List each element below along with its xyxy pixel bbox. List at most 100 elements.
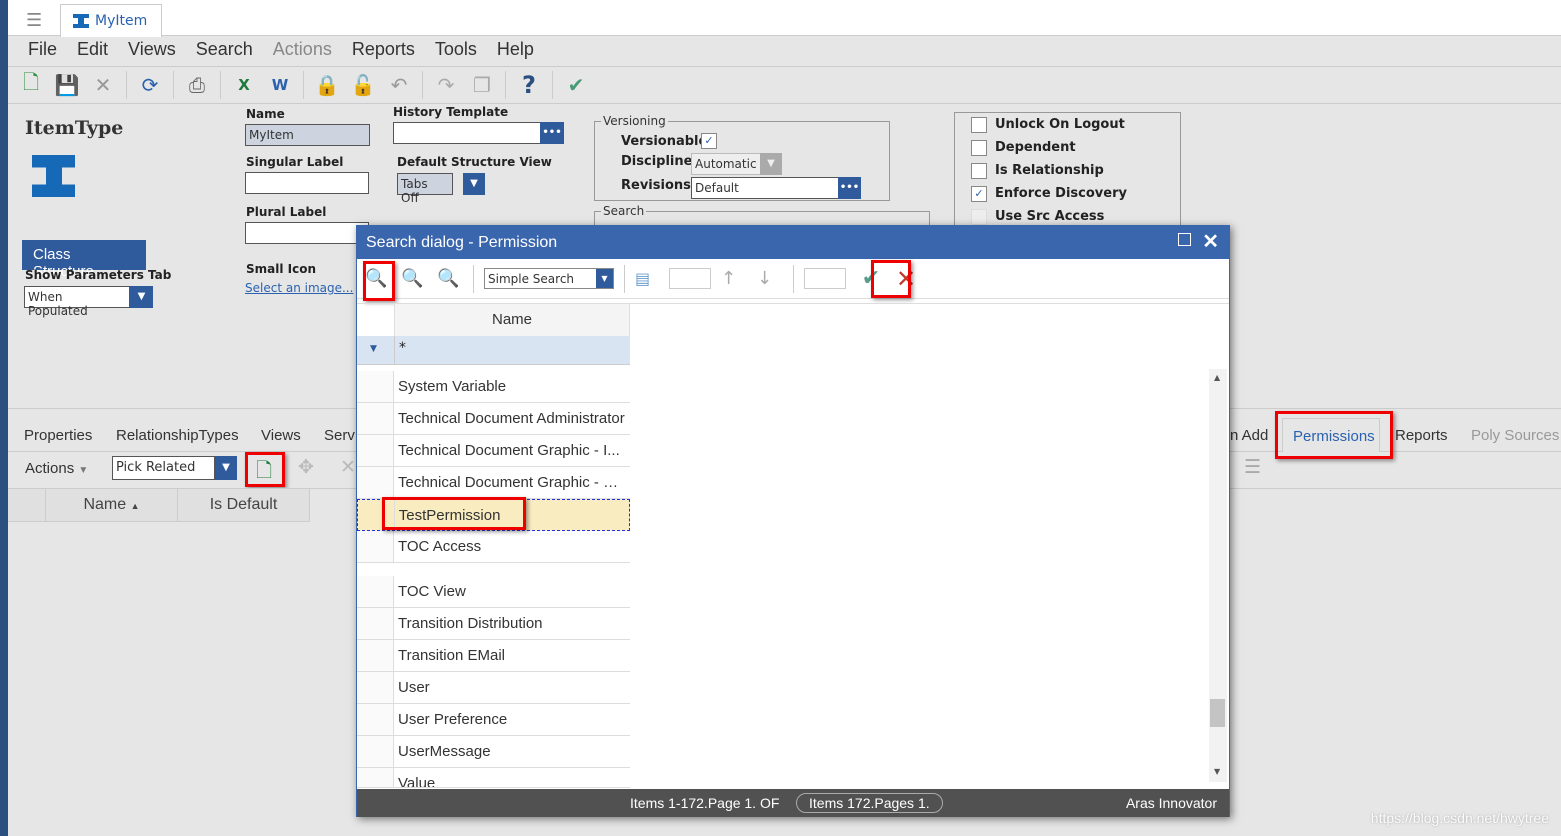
checkbox[interactable] bbox=[971, 162, 987, 179]
discipline-select[interactable]: Automatic bbox=[691, 153, 761, 175]
is-relationship-option[interactable]: Is Relationship bbox=[971, 159, 1127, 182]
sort-up-icon[interactable]: ↑ bbox=[721, 268, 747, 289]
structure-view-select[interactable]: Tabs Off bbox=[397, 173, 453, 205]
done-icon[interactable]: ✔ bbox=[563, 73, 589, 97]
result-row[interactable]: Transition EMail bbox=[357, 640, 630, 672]
row-selector[interactable] bbox=[357, 608, 394, 639]
result-row[interactable]: TOC View bbox=[357, 576, 630, 608]
pick-replace-icon[interactable]: ✥ bbox=[298, 456, 314, 478]
menu-file[interactable]: File bbox=[18, 37, 67, 65]
actions-menu[interactable]: Actions ▼ bbox=[25, 460, 88, 477]
result-row[interactable]: Value bbox=[357, 768, 630, 788]
class-structure-button[interactable]: Class Structure bbox=[22, 240, 146, 280]
checkbox[interactable] bbox=[971, 116, 987, 133]
scroll-up-icon[interactable]: ▲ bbox=[1214, 373, 1220, 382]
checkbox[interactable] bbox=[971, 208, 987, 225]
page-size-input[interactable] bbox=[669, 268, 711, 289]
menu-reports[interactable]: Reports bbox=[342, 37, 425, 65]
caret-down-icon[interactable]: ▼ bbox=[370, 344, 377, 354]
scroll-down-icon[interactable]: ▼ bbox=[1214, 767, 1220, 776]
row-selector[interactable] bbox=[357, 640, 394, 671]
menu-actions[interactable]: Actions bbox=[263, 37, 342, 65]
new-item-icon[interactable]: 🗋 bbox=[18, 68, 44, 102]
excel-icon[interactable]: X bbox=[231, 76, 257, 94]
row-selector[interactable] bbox=[357, 435, 394, 466]
menu-help[interactable]: Help bbox=[487, 37, 544, 65]
tab-relationshiptypes[interactable]: RelationshipTypes bbox=[116, 427, 239, 444]
hamburger-icon[interactable]: ☰ bbox=[26, 10, 42, 31]
page-size-icon[interactable]: ▤ bbox=[635, 269, 659, 288]
menu-views[interactable]: Views bbox=[118, 37, 186, 65]
menu-search[interactable]: Search bbox=[186, 37, 263, 65]
tab-properties[interactable]: Properties bbox=[24, 427, 92, 444]
ellipsis-icon[interactable]: ••• bbox=[540, 122, 564, 144]
row-selector[interactable] bbox=[357, 403, 394, 434]
checkbox[interactable]: ✓ bbox=[971, 185, 987, 202]
sort-down-icon[interactable]: ↓ bbox=[757, 268, 783, 289]
result-row[interactable]: TOC Access bbox=[357, 531, 630, 563]
search-mode-select[interactable]: Simple Search ▼ bbox=[484, 268, 614, 289]
saved-search-icon[interactable]: 🔍 bbox=[437, 268, 463, 289]
history-template-field[interactable] bbox=[393, 122, 541, 144]
menu-edit[interactable]: Edit bbox=[67, 37, 118, 65]
print-icon[interactable]: ⎙ bbox=[184, 73, 210, 97]
row-selector[interactable] bbox=[357, 704, 394, 735]
column-name[interactable]: Name ▲ bbox=[45, 489, 178, 522]
chevron-down-icon[interactable]: ▼ bbox=[463, 173, 485, 195]
result-row[interactable]: User bbox=[357, 672, 630, 704]
chevron-down-icon[interactable]: ▼ bbox=[596, 269, 613, 288]
result-row[interactable]: Technical Document Administrator bbox=[357, 403, 630, 435]
tab-server-events[interactable]: Serv bbox=[324, 427, 355, 444]
column-name[interactable]: Name bbox=[394, 304, 630, 336]
column-is-default[interactable]: Is Default bbox=[178, 489, 310, 522]
result-row[interactable]: UserMessage bbox=[357, 736, 630, 768]
chevron-down-icon[interactable]: ▼ bbox=[130, 286, 153, 308]
scrollbar[interactable]: ▲ ▼ bbox=[1209, 369, 1227, 782]
delete-icon[interactable]: ✕ bbox=[340, 456, 356, 478]
promote-icon[interactable]: ↷ bbox=[433, 73, 459, 97]
tab-myitem[interactable]: MyItem bbox=[60, 4, 162, 37]
result-row[interactable]: User Preference bbox=[357, 704, 630, 736]
result-row[interactable]: System Variable bbox=[357, 371, 630, 403]
word-icon[interactable]: W bbox=[267, 76, 293, 94]
scroll-thumb[interactable] bbox=[1210, 699, 1225, 727]
name-field[interactable]: MyItem bbox=[245, 124, 370, 146]
row-selector[interactable] bbox=[357, 531, 394, 562]
tab-can-add[interactable]: n Add bbox=[1230, 427, 1268, 444]
result-row[interactable]: Technical Document Graphic - R... bbox=[357, 467, 630, 499]
copy-icon[interactable]: ❐ bbox=[469, 73, 495, 97]
result-row[interactable]: Technical Document Graphic - I... bbox=[357, 435, 630, 467]
row-selector[interactable] bbox=[357, 467, 394, 498]
unlock-on-logout-option[interactable]: Unlock On Logout bbox=[971, 113, 1127, 136]
dependent-option[interactable]: Dependent bbox=[971, 136, 1127, 159]
document-icon[interactable]: ☰ bbox=[1244, 456, 1261, 478]
name-filter-input[interactable]: * bbox=[394, 336, 630, 365]
undo-icon[interactable]: ↶ bbox=[386, 73, 412, 97]
chevron-down-icon[interactable]: ▼ bbox=[760, 153, 782, 175]
checkbox[interactable] bbox=[971, 139, 987, 156]
maximize-icon[interactable] bbox=[1178, 233, 1191, 246]
menu-tools[interactable]: Tools bbox=[425, 37, 487, 65]
tab-poly-sources[interactable]: Poly Sources bbox=[1471, 427, 1559, 444]
row-selector[interactable] bbox=[357, 576, 394, 607]
plural-label-field[interactable] bbox=[245, 222, 369, 244]
row-selector[interactable] bbox=[357, 371, 394, 402]
row-selector[interactable] bbox=[357, 768, 394, 787]
clear-search-icon[interactable]: 🔍 bbox=[401, 268, 427, 289]
discard-icon[interactable]: ✕ bbox=[90, 73, 116, 97]
tab-reports[interactable]: Reports bbox=[1395, 427, 1448, 444]
tab-views[interactable]: Views bbox=[261, 427, 301, 444]
row-selector[interactable] bbox=[357, 672, 394, 703]
result-row[interactable]: Transition Distribution bbox=[357, 608, 630, 640]
ellipsis-icon[interactable]: ••• bbox=[838, 177, 861, 199]
max-results-input[interactable] bbox=[804, 268, 846, 289]
select-image-link[interactable]: Select an image... bbox=[245, 281, 353, 295]
save-icon[interactable]: 💾 bbox=[54, 73, 80, 97]
row-selector[interactable] bbox=[357, 736, 394, 767]
close-icon[interactable]: ✕ bbox=[1202, 229, 1219, 254]
versionable-checkbox[interactable]: ✓ bbox=[701, 133, 717, 149]
enforce-discovery-option[interactable]: ✓ Enforce Discovery bbox=[971, 182, 1127, 205]
show-params-select[interactable]: When Populated bbox=[24, 286, 130, 318]
singular-label-field[interactable] bbox=[245, 172, 369, 194]
revisions-field[interactable]: Default bbox=[691, 177, 839, 199]
